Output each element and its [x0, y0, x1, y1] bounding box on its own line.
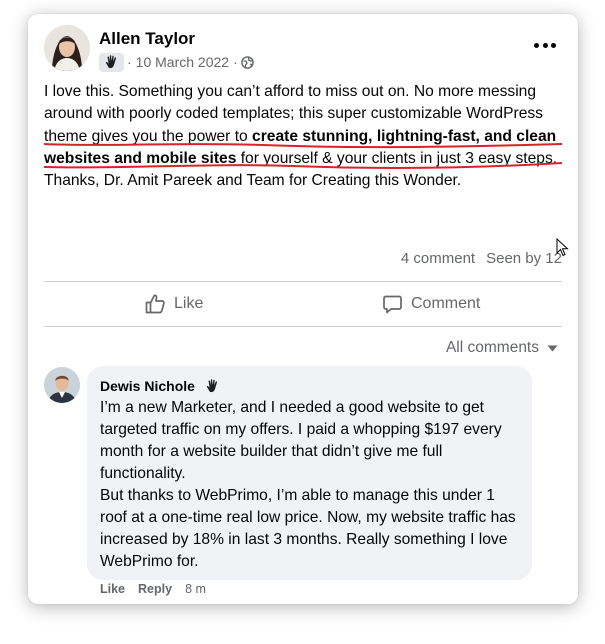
commenter-name-row: Dewis Nichole — [100, 377, 225, 395]
commenter-avatar[interactable] — [44, 367, 80, 403]
author-avatar[interactable] — [44, 25, 90, 71]
comment-text-line2: But thanks to WebPrimo, I’m able to mana… — [100, 487, 516, 570]
engagement-counts: 4 comment Seen by 12 — [401, 250, 562, 267]
divider-top — [44, 281, 562, 282]
mouse-cursor-icon — [556, 238, 569, 257]
all-comments-label: All comments — [445, 339, 539, 356]
commenter-name[interactable]: Dewis Nichole — [100, 378, 195, 394]
seen-by[interactable]: Seen by 12 — [486, 250, 562, 267]
like-button[interactable]: Like — [144, 292, 203, 316]
comment-reply-link[interactable]: Reply — [138, 582, 172, 596]
meta-separator-2: · — [233, 54, 238, 70]
comment-count[interactable]: 4 comment — [401, 250, 475, 267]
more-options-icon[interactable] — [534, 38, 556, 52]
comment-text-line1: I’m a new Marketer, and I needed a good … — [100, 399, 502, 482]
meta-separator: · — [127, 54, 132, 70]
thumbs-up-icon — [145, 294, 165, 314]
like-label: Like — [174, 295, 204, 312]
waving-hand-icon — [99, 52, 124, 72]
author-name[interactable]: Allen Taylor — [99, 29, 195, 49]
waving-hand-icon — [201, 377, 225, 395]
divider-bottom — [44, 326, 562, 327]
post-meta: · 10 March 2022 · — [99, 52, 254, 72]
post-text: I love this. Something you can’t afford … — [44, 81, 564, 192]
post-card: Allen Taylor · 10 March 2022 · I love th… — [28, 14, 578, 604]
comment-time[interactable]: 8 m — [185, 582, 206, 596]
comment-label: Comment — [411, 295, 481, 312]
post-date[interactable]: 10 March 2022 — [136, 54, 229, 70]
speech-bubble-icon — [383, 295, 402, 313]
comment-actions: Like Reply 8 m — [100, 582, 206, 596]
comment-button[interactable]: Comment — [382, 292, 480, 316]
all-comments-filter[interactable]: All comments — [446, 339, 558, 357]
comment-like-link[interactable]: Like — [100, 582, 125, 596]
comment-text: I’m a new Marketer, and I needed a good … — [100, 397, 525, 573]
caret-down-icon — [547, 345, 558, 351]
comment-bubble: Dewis Nichole I’m a new Marketer, and I … — [87, 366, 532, 580]
globe-icon — [240, 55, 254, 69]
